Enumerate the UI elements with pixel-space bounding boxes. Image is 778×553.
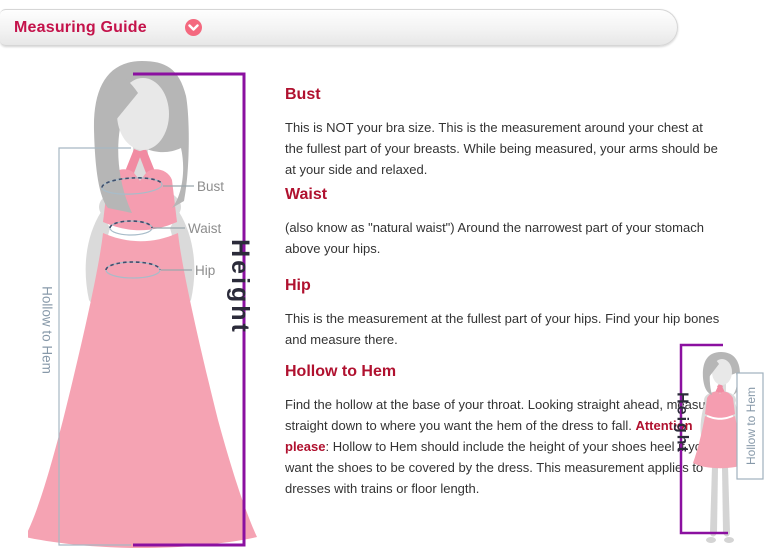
- woman-figure-large: [28, 61, 257, 548]
- section-bust: Bust This is NOT your bra size. This is …: [285, 86, 721, 180]
- large-measuring-diagram: Bust Waist Hip Hollow to Hem Height: [28, 55, 280, 553]
- waist-label: Waist: [188, 221, 221, 236]
- small-hollow-to-hem-vertical-label: Hollow to Hem: [744, 387, 758, 465]
- page-title: Measuring Guide: [14, 19, 147, 37]
- bust-description: This is NOT your bra size. This is the m…: [285, 117, 721, 180]
- hip-label: Hip: [195, 263, 215, 278]
- hollow-to-hem-vertical-label: Hollow to Hem: [40, 286, 55, 374]
- measuring-guide-header[interactable]: Measuring Guide: [0, 9, 678, 46]
- small-bodice-shape: [705, 392, 735, 418]
- small-left-leg-shape: [710, 466, 718, 537]
- hip-heading: Hip: [285, 277, 721, 295]
- section-waist: Waist (also know as "natural waist") Aro…: [285, 186, 721, 259]
- dress-skirt-shape: [28, 233, 257, 548]
- waist-description: (also know as "natural waist") Around th…: [285, 217, 721, 259]
- small-measuring-diagram: Height Hollow to Hem: [653, 330, 778, 553]
- height-vertical-label: Height: [226, 239, 254, 335]
- chevron-down-icon: [188, 24, 199, 32]
- small-left-foot-shape: [706, 537, 716, 543]
- collapse-toggle-button[interactable]: [185, 19, 202, 36]
- small-height-vertical-label: Height: [674, 392, 691, 454]
- bust-label: Bust: [197, 179, 224, 194]
- small-right-foot-shape: [724, 537, 734, 543]
- small-right-leg-shape: [722, 466, 730, 537]
- bust-heading: Bust: [285, 86, 721, 104]
- hollow-description-rest: : Hollow to Hem should include the heigh…: [285, 439, 709, 496]
- waist-heading: Waist: [285, 186, 721, 204]
